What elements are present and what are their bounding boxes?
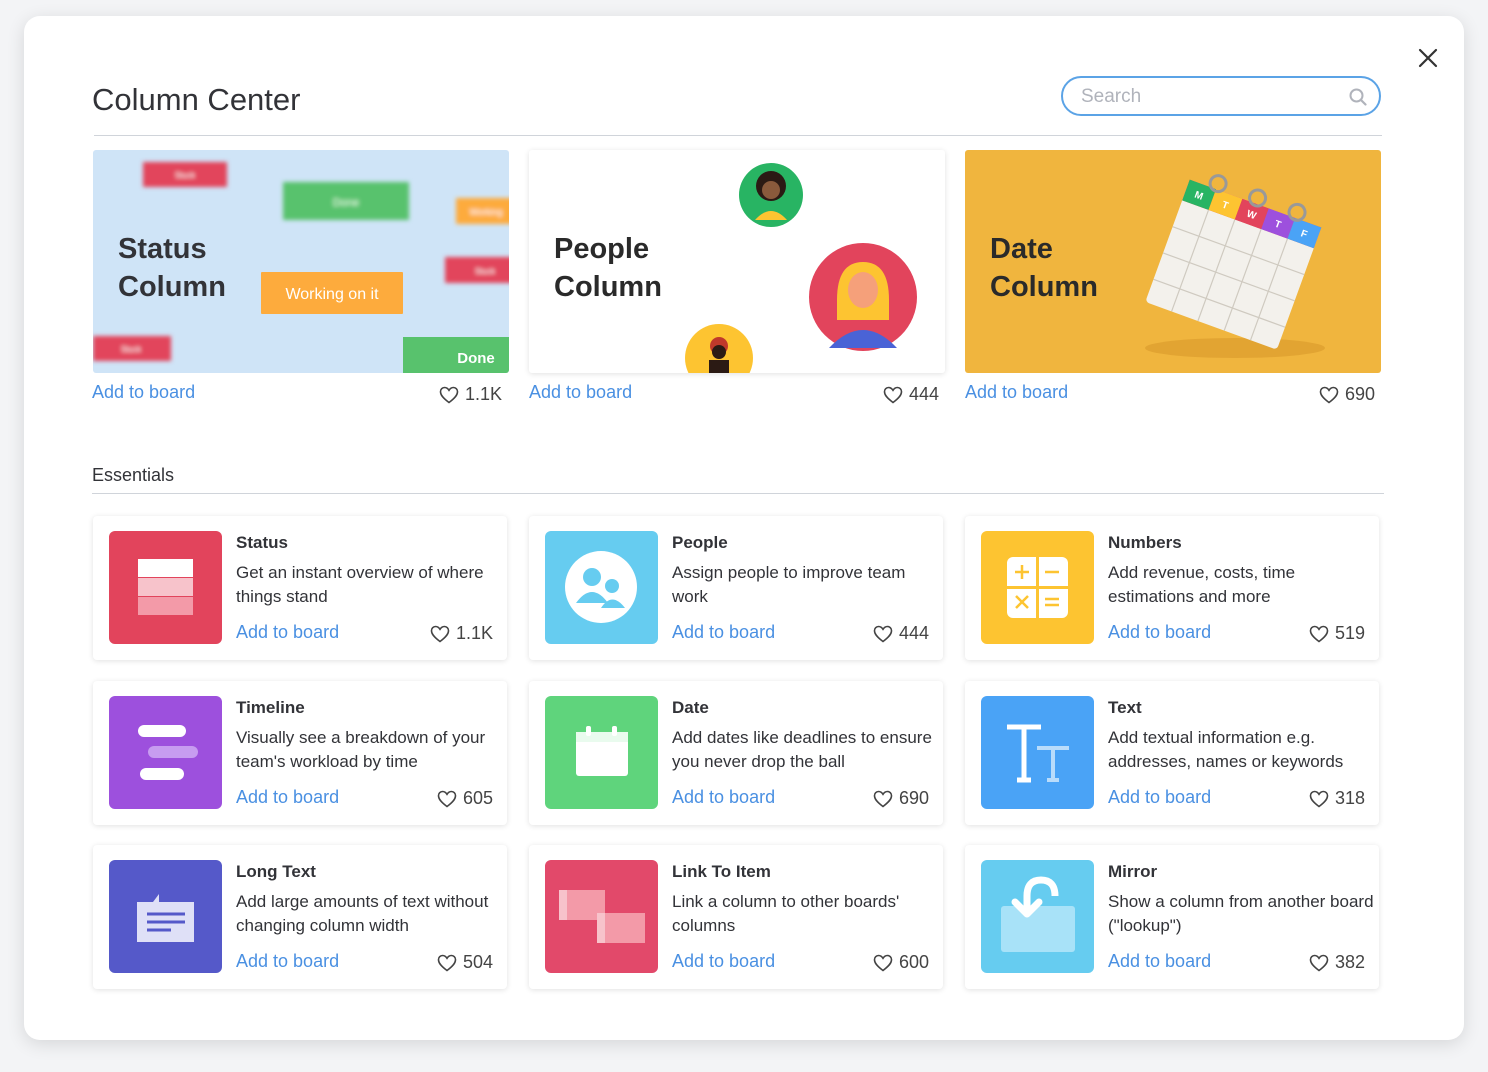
- column-card-link-to-item[interactable]: Link To Item Link a column to other boar…: [529, 845, 943, 989]
- column-card-long-text[interactable]: Long Text Add large amounts of text with…: [93, 845, 507, 989]
- likes-counter[interactable]: 318: [1309, 788, 1365, 809]
- search-icon[interactable]: [1349, 88, 1367, 111]
- section-title: Essentials: [92, 465, 175, 485]
- svg-text:Done: Done: [333, 197, 359, 209]
- section-divider: [92, 493, 1384, 494]
- likes-counter[interactable]: 519: [1309, 623, 1365, 644]
- heart-icon: [439, 386, 459, 404]
- heart-icon: [1309, 954, 1329, 972]
- add-to-board-link[interactable]: Add to board: [1108, 951, 1211, 972]
- featured-date-add-link[interactable]: Add to board: [965, 382, 1068, 402]
- card-description: Add textual information e.g. addresses, …: [1108, 728, 1344, 771]
- card-description: Show a column from another board ("looku…: [1108, 892, 1374, 935]
- card-title: Numbers: [1108, 533, 1182, 552]
- heart-icon: [873, 790, 893, 808]
- heart-icon: [873, 954, 893, 972]
- card-description: Visually see a breakdown of your team's …: [236, 728, 486, 771]
- featured-people-add-link[interactable]: Add to board: [529, 382, 632, 402]
- add-to-board-link[interactable]: Add to board: [236, 787, 339, 808]
- featured-date-title: Date Column: [990, 233, 1098, 303]
- heart-icon: [883, 386, 903, 404]
- card-title: Link To Item: [672, 862, 771, 881]
- card-description: Add revenue, costs, time estimations and…: [1108, 563, 1296, 606]
- featured-status-add-link[interactable]: Add to board: [92, 382, 195, 402]
- column-card-status[interactable]: Status Get an instant overview of where …: [93, 516, 507, 660]
- card-description: Link a column to other boards' columns: [672, 892, 900, 935]
- column-center-modal: Column Center Stuck Done Working Stuck S…: [24, 16, 1464, 1040]
- working-on-it-chip: Working on it: [285, 286, 379, 303]
- featured-status-title: Status Column: [118, 233, 226, 303]
- heart-icon: [437, 954, 457, 972]
- svg-text:Stuck: Stuck: [175, 171, 196, 180]
- add-to-board-link[interactable]: Add to board: [672, 787, 775, 808]
- card-title: Timeline: [236, 698, 305, 717]
- featured-date-likes[interactable]: 690: [1319, 384, 1375, 405]
- featured-date-banner[interactable]: M T W T F Date Column: [965, 150, 1381, 373]
- card-title: Date: [672, 698, 709, 717]
- featured-status-likes[interactable]: 1.1K: [439, 384, 502, 405]
- heart-icon: [1309, 625, 1329, 643]
- heart-icon: [437, 790, 457, 808]
- card-title: People: [672, 533, 728, 552]
- heart-icon: [873, 625, 893, 643]
- column-card-people[interactable]: People Assign people to improve team wor…: [529, 516, 943, 660]
- close-icon[interactable]: [1416, 46, 1440, 70]
- status-icon: [109, 531, 222, 644]
- svg-text:Stuck: Stuck: [475, 267, 496, 276]
- heart-icon: [430, 625, 450, 643]
- done-chip: Done: [457, 350, 495, 367]
- card-description: Add large amounts of text without changi…: [236, 892, 489, 935]
- add-to-board-link[interactable]: Add to board: [672, 951, 775, 972]
- header-divider: [94, 135, 1382, 136]
- add-to-board-link[interactable]: Add to board: [1108, 787, 1211, 808]
- likes-counter[interactable]: 504: [437, 952, 493, 973]
- heart-icon: [1319, 386, 1339, 404]
- column-card-mirror[interactable]: Mirror Show a column from another board …: [965, 845, 1379, 989]
- card-description: Add dates like deadlines to ensure you n…: [672, 728, 932, 771]
- likes-counter[interactable]: 444: [873, 623, 929, 644]
- card-description: Assign people to improve team work: [672, 563, 906, 606]
- likes-counter[interactable]: 1.1K: [430, 623, 493, 644]
- add-to-board-link[interactable]: Add to board: [236, 951, 339, 972]
- timeline-icon: [109, 696, 222, 809]
- add-to-board-link[interactable]: Add to board: [1108, 622, 1211, 643]
- featured-date-footer: Add to board 690: [965, 382, 1381, 408]
- text-icon: [981, 696, 1094, 809]
- svg-text:Stuck: Stuck: [121, 345, 142, 354]
- likes-counter[interactable]: 605: [437, 788, 493, 809]
- svg-text:Working: Working: [470, 207, 503, 217]
- featured-status-footer: Add to board 1.1K: [92, 382, 508, 408]
- featured-status-banner[interactable]: Stuck Done Working Stuck Stuck Working o…: [93, 150, 509, 373]
- featured-people-banner[interactable]: People Column: [529, 150, 945, 373]
- search-input[interactable]: [1079, 84, 1333, 110]
- modal-title: Column Center: [92, 82, 301, 117]
- card-description: Get an instant overview of where things …: [236, 563, 484, 606]
- likes-counter[interactable]: 600: [873, 952, 929, 973]
- featured-people-title: People Column: [554, 233, 662, 303]
- link-icon: [545, 860, 658, 973]
- numbers-icon: [981, 531, 1094, 644]
- heart-icon: [1309, 790, 1329, 808]
- calendar-icon: [545, 696, 658, 809]
- column-card-date[interactable]: Date Add dates like deadlines to ensure …: [529, 681, 943, 825]
- card-title: Text: [1108, 698, 1142, 717]
- mirror-icon: [981, 860, 1094, 973]
- add-to-board-link[interactable]: Add to board: [672, 622, 775, 643]
- card-title: Mirror: [1108, 862, 1158, 881]
- likes-counter[interactable]: 382: [1309, 952, 1365, 973]
- featured-people-footer: Add to board 444: [529, 382, 945, 408]
- column-card-timeline[interactable]: Timeline Visually see a breakdown of you…: [93, 681, 507, 825]
- people-icon: [545, 531, 658, 644]
- column-card-numbers[interactable]: Numbers Add revenue, costs, time estimat…: [965, 516, 1379, 660]
- likes-counter[interactable]: 690: [873, 788, 929, 809]
- add-to-board-link[interactable]: Add to board: [236, 622, 339, 643]
- search-box[interactable]: [1061, 76, 1381, 116]
- card-title: Long Text: [236, 862, 316, 881]
- long-text-icon: [109, 860, 222, 973]
- card-title: Status: [236, 533, 288, 552]
- column-card-text[interactable]: Text Add textual information e.g. addres…: [965, 681, 1379, 825]
- featured-people-likes[interactable]: 444: [883, 384, 939, 405]
